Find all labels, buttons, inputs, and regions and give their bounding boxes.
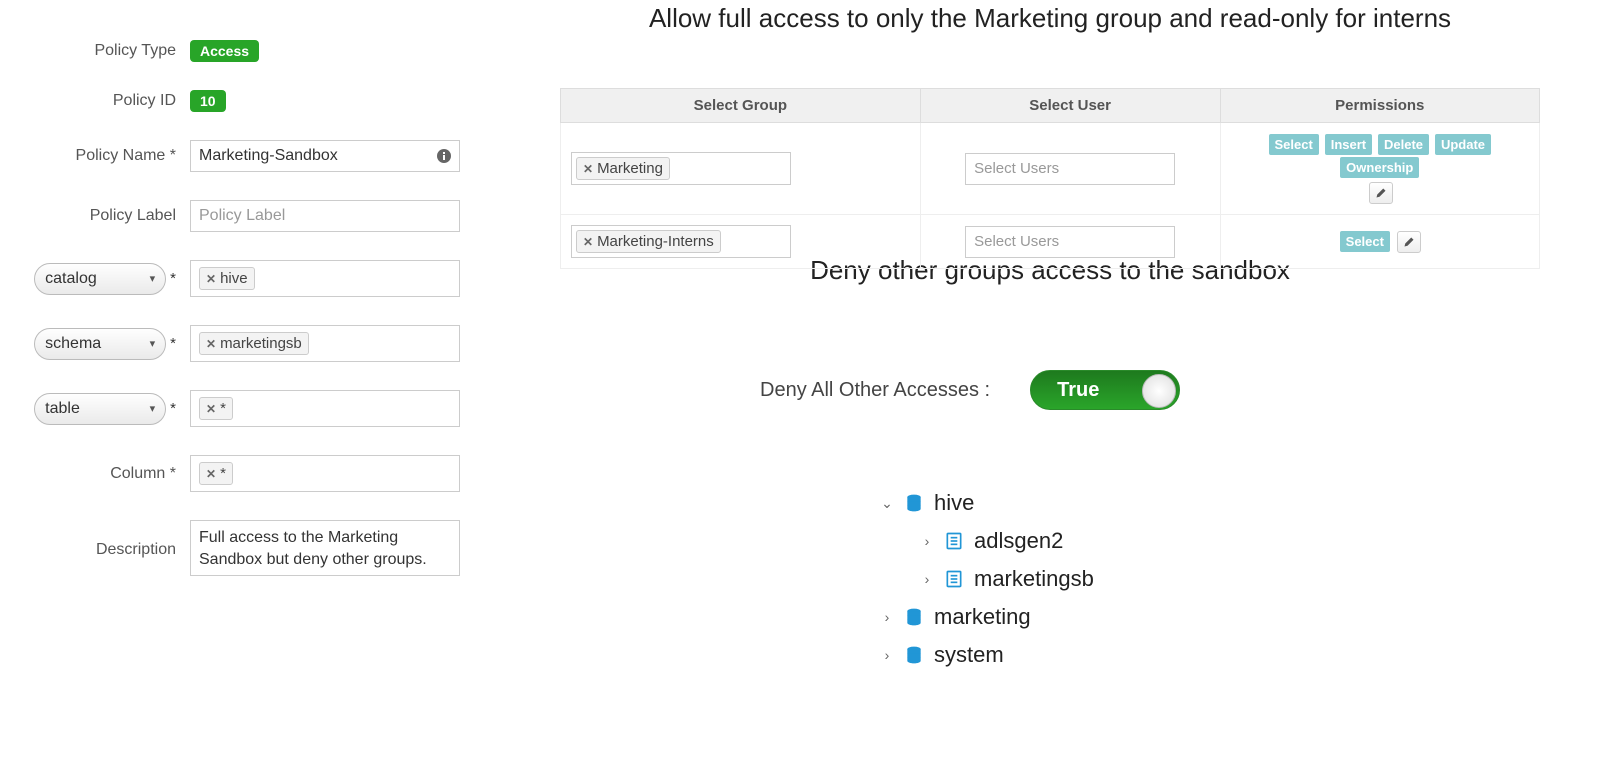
column-label: Column * [0,465,190,483]
close-icon[interactable]: ✕ [583,162,593,176]
group-tag[interactable]: ✕ Marketing [576,157,670,180]
policy-label-input[interactable] [190,200,460,232]
tree-node-hive[interactable]: ⌄ hive [880,490,1094,516]
pencil-icon [1375,187,1387,199]
database-icon [904,607,924,627]
description-textarea[interactable] [190,520,460,576]
th-permissions: Permissions [1220,89,1539,123]
tree-node-label: hive [934,490,974,516]
tree-node-marketing[interactable]: › marketing [880,604,1094,630]
tree-node-marketingsb[interactable]: › marketingsb [920,566,1094,592]
chevron-down-icon: ▾ [150,272,156,285]
chevron-down-icon[interactable]: ⌄ [880,495,894,512]
column-tag-input[interactable]: ✕ * [190,455,460,492]
th-select-group: Select Group [561,89,921,123]
catalog-tag[interactable]: ✕ hive [199,267,255,290]
description-label: Description [0,541,190,559]
schema-tag-input[interactable]: ✕ marketingsb [190,325,460,362]
policy-form: Policy Type Access Policy ID 10 Policy N… [0,40,500,607]
tree-node-label: system [934,642,1004,668]
tree-node-label: adlsgen2 [974,528,1063,554]
chevron-down-icon: ▾ [150,402,156,415]
close-icon[interactable]: ✕ [206,272,216,286]
database-icon [904,493,924,513]
schema-tag[interactable]: ✕ marketingsb [199,332,309,355]
schema-dropdown-label: schema [45,335,101,353]
policy-name-label: Policy Name * [0,147,190,165]
permissions-table: Select Group Select User Permissions ✕ M… [560,88,1540,269]
close-icon[interactable]: ✕ [583,235,593,249]
permission-badge: Ownership [1340,157,1419,178]
close-icon[interactable]: ✕ [206,467,216,481]
column-tag-label: * [220,465,226,482]
required-asterisk: * [170,335,176,352]
tree-node-label: marketing [934,604,1031,630]
policy-type-label: Policy Type [0,42,190,60]
database-icon [904,645,924,665]
chevron-right-icon[interactable]: › [920,533,934,549]
column-tag[interactable]: ✕ * [199,462,233,485]
catalog-tag-input[interactable]: ✕ hive [190,260,460,297]
permission-badge: Select [1340,231,1390,252]
close-icon[interactable]: ✕ [206,402,216,416]
policy-type-badge: Access [190,40,259,62]
group-select-input[interactable]: ✕ Marketing-Interns [571,225,791,258]
tree-node-system[interactable]: › system [880,642,1094,668]
chevron-down-icon: ▾ [150,337,156,350]
catalog-tag-label: hive [220,270,248,287]
permission-badge: Update [1435,134,1491,155]
policy-label-label: Policy Label [0,207,190,225]
deny-all-toggle[interactable]: True [1030,370,1180,410]
group-tag[interactable]: ✕ Marketing-Interns [576,230,721,253]
schema-dropdown[interactable]: schema ▾ [34,328,166,360]
table-dropdown[interactable]: table ▾ [34,393,166,425]
table-tag[interactable]: ✕ * [199,397,233,420]
pencil-icon [1403,236,1415,248]
table-dropdown-label: table [45,400,80,418]
chevron-right-icon[interactable]: › [880,647,894,663]
required-asterisk: * [170,270,176,287]
info-icon [436,148,452,164]
table-tag-label: * [220,400,226,417]
catalog-dropdown-label: catalog [45,270,97,288]
table-row: ✕ Marketing-Interns Select Users Select [561,215,1540,269]
group-tag-label: Marketing [597,160,663,177]
required-asterisk: * [170,400,176,417]
permission-badge: Insert [1325,134,1372,155]
edit-permissions-button[interactable] [1369,182,1393,204]
group-tag-label: Marketing-Interns [597,233,714,250]
tree-node-label: marketingsb [974,566,1094,592]
user-select-input[interactable]: Select Users [965,153,1175,185]
chevron-right-icon[interactable]: › [920,571,934,587]
table-row: ✕ Marketing Select Users Select Insert D… [561,123,1540,215]
group-select-input[interactable]: ✕ Marketing [571,152,791,185]
deny-all-label: Deny All Other Accesses : [760,379,990,402]
table-tag-input[interactable]: ✕ * [190,390,460,427]
catalog-dropdown[interactable]: catalog ▾ [34,263,166,295]
permission-badge: Delete [1378,134,1429,155]
policy-id-label: Policy ID [0,92,190,110]
deny-all-row: Deny All Other Accesses : True [760,370,1180,410]
user-select-input[interactable]: Select Users [965,226,1175,258]
edit-permissions-button[interactable] [1397,231,1421,253]
toggle-knob [1142,374,1176,408]
schema-icon [944,569,964,589]
tree-node-adlsgen2[interactable]: › adlsgen2 [920,528,1094,554]
policy-name-input[interactable] [190,140,460,172]
schema-tag-label: marketingsb [220,335,302,352]
th-select-user: Select User [920,89,1220,123]
catalog-tree: ⌄ hive › adlsgen2 › marketingsb › market… [880,490,1094,680]
permission-badge: Select [1269,134,1319,155]
chevron-right-icon[interactable]: › [880,609,894,625]
deny-all-toggle-label: True [1057,379,1099,402]
policy-id-badge: 10 [190,90,226,112]
close-icon[interactable]: ✕ [206,337,216,351]
annotation-top: Allow full access to only the Marketing … [560,2,1540,35]
schema-icon [944,531,964,551]
